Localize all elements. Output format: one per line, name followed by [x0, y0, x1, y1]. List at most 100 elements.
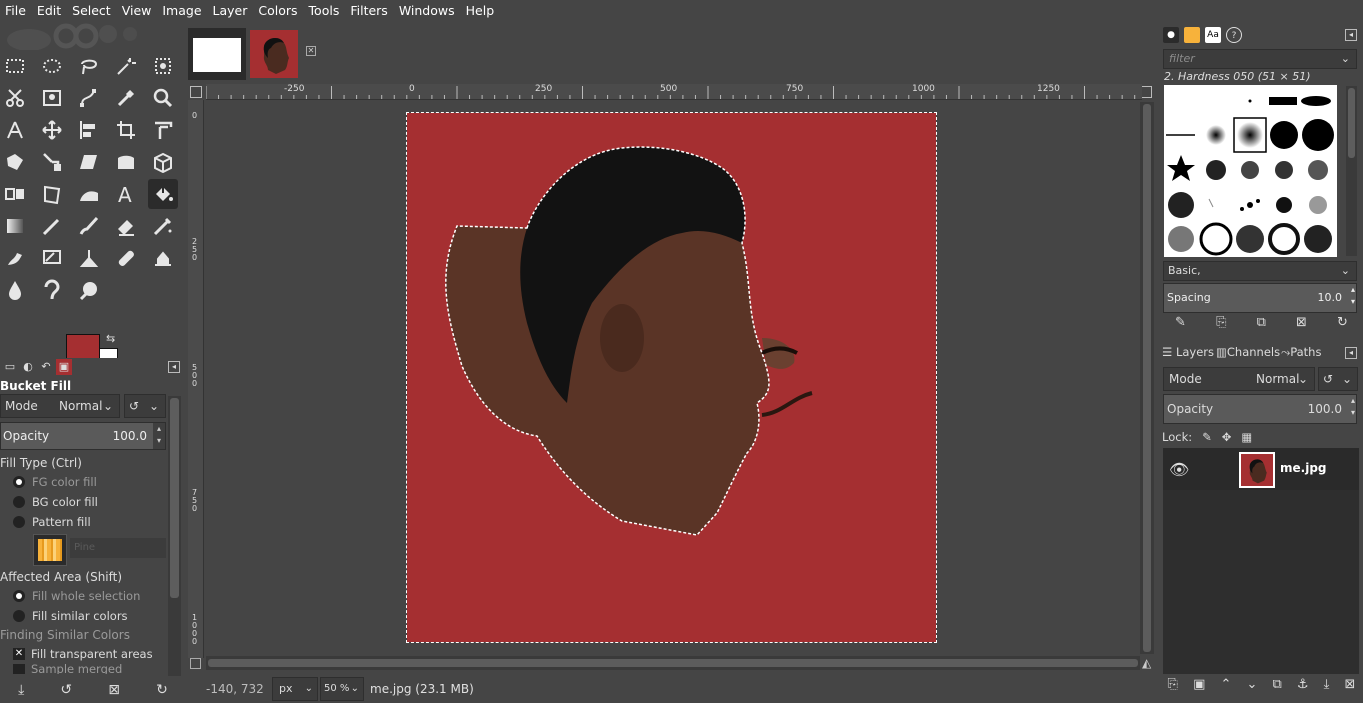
vertical-ruler[interactable]: 0 250 500 750 1000 [188, 100, 204, 658]
image-layer-view[interactable] [406, 112, 937, 643]
tab-paths[interactable]: ⤳Paths [1281, 345, 1321, 360]
delete-layer-icon[interactable]: ⊠ [1345, 677, 1356, 699]
gradient-icon[interactable] [0, 211, 30, 241]
menu-windows[interactable]: Windows [394, 0, 461, 22]
airbrush-icon[interactable] [148, 211, 178, 241]
perspective-icon[interactable] [148, 147, 178, 177]
menu-edit[interactable]: Edit [32, 0, 67, 22]
scissors-icon[interactable] [0, 83, 30, 113]
image-canvas[interactable] [206, 102, 1140, 654]
refresh-brushes-icon[interactable]: ↻ [1337, 315, 1348, 335]
area-similar-radio[interactable]: Fill similar colors [0, 606, 186, 626]
menu-select[interactable]: Select [67, 0, 117, 22]
image-tab-untitled[interactable] [188, 28, 246, 80]
zoom-combo[interactable]: 50 % ⌄ [320, 676, 364, 701]
horizontal-ruler[interactable]: -250 0 250 500 750 1000 1250 [206, 84, 1142, 100]
mode-combo[interactable]: Mode Normal ⌄ [0, 394, 120, 418]
menu-colors[interactable]: Colors [253, 0, 303, 22]
move-icon[interactable] [37, 115, 67, 145]
align-icon[interactable] [74, 115, 104, 145]
new-brush-icon[interactable]: ⎘ [1216, 315, 1226, 335]
measure-icon[interactable] [0, 115, 30, 145]
navigate-icon[interactable]: ◭ [1142, 656, 1156, 670]
help-tab-icon[interactable]: ? [1226, 27, 1242, 43]
duplicate-layer-icon[interactable]: ⧉ [1273, 677, 1282, 699]
swap-colors-icon[interactable]: ⇆ [106, 332, 115, 345]
horizontal-scrollbar[interactable] [206, 656, 1140, 670]
save-preset-icon[interactable]: ⤓ [18, 682, 24, 698]
sample-merged-checkbox[interactable]: Sample merged [0, 664, 186, 674]
text-icon[interactable]: A [111, 179, 141, 209]
spin-arrows-icon[interactable]: ▴ ▾ [1351, 395, 1355, 419]
fill-transparent-checkbox[interactable]: ✕ Fill transparent areas [0, 644, 186, 664]
quick-mask-icon[interactable] [190, 658, 201, 669]
anchor-layer-icon[interactable]: ⚓ [1297, 677, 1309, 699]
layer-name[interactable]: me.jpg [1280, 461, 1327, 475]
patterns-tab-icon[interactable] [1184, 27, 1200, 43]
zoom-icon[interactable] [148, 83, 178, 113]
duplicate-brush-icon[interactable]: ⧉ [1257, 315, 1266, 335]
menu-layer[interactable]: Layer [208, 0, 254, 22]
perspective-clone-icon[interactable] [148, 243, 178, 273]
visibility-eye-icon[interactable]: 👁 [1169, 460, 1189, 479]
delete-brush-icon[interactable]: ⊠ [1296, 315, 1307, 335]
vertical-scrollbar[interactable] [1140, 102, 1154, 654]
brush-tag-combo[interactable]: Basic, ⌄ [1163, 261, 1357, 281]
spin-arrows-icon[interactable]: ▴ ▾ [153, 423, 165, 449]
fill-bg-radio[interactable]: BG color fill [0, 492, 186, 512]
brush-grid[interactable] [1164, 85, 1337, 257]
eraser-icon[interactable] [111, 211, 141, 241]
menu-file[interactable]: File [0, 0, 32, 22]
tab-channels[interactable]: ▥Channels [1216, 345, 1280, 359]
pattern-name-field[interactable]: Pine [70, 538, 166, 558]
close-tab-icon[interactable]: ✕ [306, 46, 316, 56]
flip-icon[interactable] [0, 179, 30, 209]
blur-icon[interactable] [0, 275, 30, 305]
menu-view[interactable]: View [117, 0, 158, 22]
heal-icon[interactable] [111, 243, 141, 273]
new-layer-group-icon[interactable]: ▣ [1193, 677, 1205, 699]
lower-layer-icon[interactable]: ⌄ [1246, 677, 1257, 699]
brushes-tab-icon[interactable]: ● [1163, 27, 1179, 43]
opacity-slider[interactable]: Opacity 100.0 ▴ ▾ [0, 422, 166, 450]
fuzzy-select-icon[interactable] [111, 51, 141, 81]
images-tab-icon[interactable]: ▣ [56, 359, 72, 375]
reset-options-icon[interactable]: ↻ [156, 682, 168, 698]
menu-tools[interactable]: Tools [304, 0, 346, 22]
edit-brush-icon[interactable]: ✎ [1175, 315, 1186, 335]
color-select-icon[interactable] [148, 51, 178, 81]
layer-composite-combo[interactable]: ↺ ⌄ [1318, 367, 1358, 391]
pencil-icon[interactable] [37, 211, 67, 241]
spin-arrows-icon[interactable]: ▴ ▾ [1351, 284, 1355, 308]
unit-combo[interactable]: px ⌄ [272, 676, 318, 701]
unified-transform-icon[interactable] [148, 115, 178, 145]
smudge-icon[interactable] [37, 275, 67, 305]
cage-transform-icon[interactable] [111, 147, 141, 177]
layer-row[interactable]: 👁 me.jpg [1163, 448, 1359, 490]
mypaint-brush-icon[interactable] [37, 243, 67, 273]
pattern-swatch[interactable] [33, 534, 67, 566]
ruler-corner-icon[interactable] [190, 86, 202, 98]
paintbrush-icon[interactable] [74, 211, 104, 241]
shear-icon[interactable] [74, 147, 104, 177]
ink-icon[interactable] [0, 243, 30, 273]
rect-select-icon[interactable] [0, 51, 30, 81]
dodge-burn-icon[interactable] [74, 275, 104, 305]
lock-alpha-icon[interactable]: ▦ [1241, 428, 1252, 446]
menu-help[interactable]: Help [461, 0, 501, 22]
device-status-tab-icon[interactable]: ◐ [20, 359, 36, 375]
restore-preset-icon[interactable]: ↺ [60, 682, 72, 698]
crop-icon[interactable] [111, 115, 141, 145]
brush-grid-scrollbar[interactable] [1346, 86, 1357, 256]
color-picker-icon[interactable] [111, 83, 141, 113]
lock-position-icon[interactable]: ✥ [1222, 428, 1232, 446]
bucket-fill-icon[interactable] [148, 179, 178, 209]
fill-fg-radio[interactable]: FG color fill [0, 472, 186, 492]
handle-transform-icon[interactable] [37, 147, 67, 177]
delete-preset-icon[interactable]: ⊠ [108, 682, 120, 698]
new-layer-icon[interactable]: ⎘ [1168, 677, 1178, 699]
mode-reset-combo[interactable]: ↺ ⌄ [124, 394, 166, 418]
foreground-color-swatch[interactable] [66, 334, 100, 360]
tool-options-scrollbar[interactable] [168, 396, 181, 676]
undo-history-tab-icon[interactable]: ↶ [38, 359, 54, 375]
